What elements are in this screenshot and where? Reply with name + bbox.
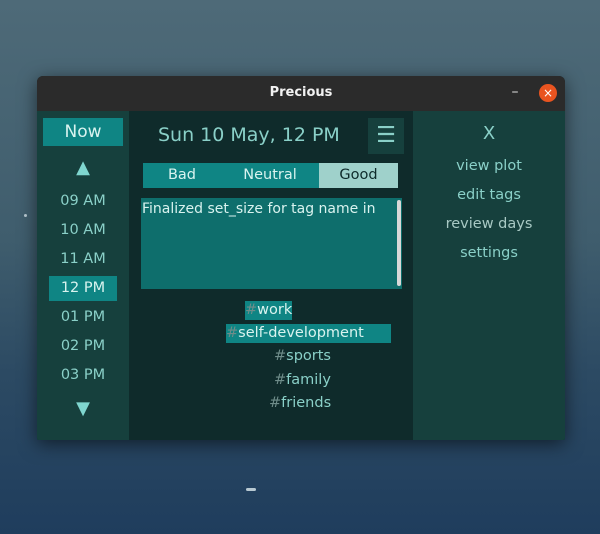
edit-tags-link[interactable]: edit tags <box>413 187 565 203</box>
hamburger-menu-icon[interactable]: ☰ <box>368 118 404 154</box>
time-item-03pm[interactable]: 03 PM <box>49 363 117 388</box>
time-item-12pm[interactable]: 12 PM <box>49 276 117 301</box>
page-title: Sun 10 May, 12 PM <box>158 124 340 146</box>
tag-family[interactable]: #family <box>274 371 331 390</box>
window-close-button[interactable]: × <box>539 84 557 102</box>
entry-panel: Sun 10 May, 12 PM ☰ Bad Neutral Good Fin… <box>129 111 413 440</box>
time-item-11am[interactable]: 11 AM <box>49 247 117 272</box>
background-sparkle <box>24 214 27 217</box>
tag-self-development[interactable]: #self-development <box>226 324 391 343</box>
scroll-up-icon[interactable]: ▲ <box>37 157 129 178</box>
settings-link[interactable]: settings <box>413 245 565 261</box>
time-item-09am[interactable]: 09 AM <box>49 189 117 214</box>
tag-work[interactable]: #work <box>245 301 293 320</box>
note-scrollbar[interactable] <box>397 200 401 286</box>
close-panel-button[interactable]: X <box>413 123 565 144</box>
note-text: Finalized set_size for tag name in <box>142 201 376 217</box>
now-button[interactable]: Now <box>43 118 123 146</box>
time-item-10am[interactable]: 10 AM <box>49 218 117 243</box>
review-days-link[interactable]: review days <box>413 216 565 232</box>
window-title: Precious <box>269 85 333 100</box>
tag-friends[interactable]: #friends <box>269 394 331 413</box>
background-sparkle <box>246 488 256 491</box>
mood-good-button[interactable]: Good <box>319 163 398 188</box>
time-item-01pm[interactable]: 01 PM <box>49 305 117 330</box>
mood-selector: Bad Neutral Good <box>143 163 398 188</box>
mood-neutral-button[interactable]: Neutral <box>221 163 319 188</box>
tag-sports[interactable]: #sports <box>274 347 331 366</box>
minimize-button[interactable]: – <box>507 83 523 101</box>
title-bar[interactable]: Precious – × <box>37 76 565 111</box>
actions-sidebar: X view plot edit tags review days settin… <box>413 111 565 440</box>
time-item-02pm[interactable]: 02 PM <box>49 334 117 359</box>
time-sidebar: Now ▲ 09 AM 10 AM 11 AM 12 PM 01 PM 02 P… <box>37 111 129 440</box>
scroll-down-icon[interactable]: ▼ <box>37 398 129 419</box>
note-textarea[interactable]: Finalized set_size for tag name in <box>141 198 402 289</box>
view-plot-link[interactable]: view plot <box>413 158 565 174</box>
mood-bad-button[interactable]: Bad <box>143 163 221 188</box>
app-window: Precious – × Now ▲ 09 AM 10 AM 11 AM 12 … <box>37 76 565 440</box>
